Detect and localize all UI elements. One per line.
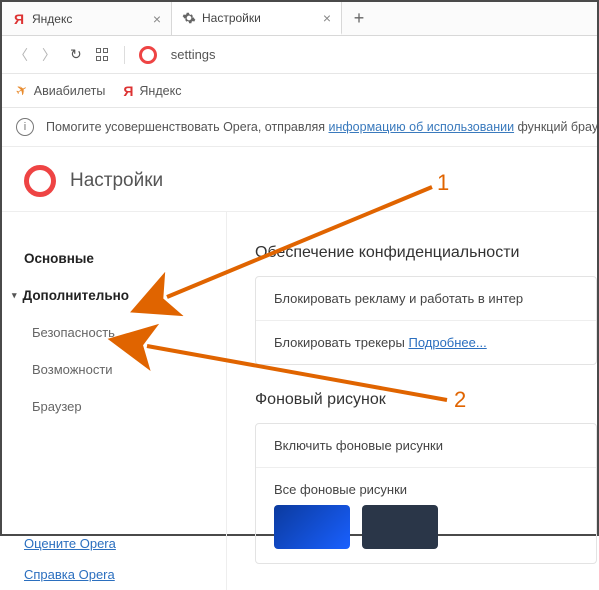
back-button[interactable]: 〈 <box>14 45 28 65</box>
enable-wallpapers-row[interactable]: Включить фоновые рисунки <box>256 424 596 468</box>
privacy-panel: Блокировать рекламу и работать в интер Б… <box>255 276 597 365</box>
close-icon[interactable]: × <box>153 12 161 26</box>
bookmark-aviabilety[interactable]: ✈ Авиабилеты <box>16 82 105 99</box>
tab-title: Яндекс <box>32 12 147 26</box>
plane-icon: ✈ <box>13 80 32 101</box>
new-tab-button[interactable]: + <box>342 2 376 35</box>
tab-settings[interactable]: Настройки × <box>172 2 342 35</box>
wallpapers-list <box>256 505 596 563</box>
page-header: Настройки <box>2 147 597 212</box>
separator <box>124 46 125 64</box>
bookmark-label: Яндекс <box>139 84 181 98</box>
opera-logo <box>24 165 56 197</box>
gear-icon <box>182 11 196 25</box>
reload-button[interactable]: ↻ <box>70 46 82 63</box>
speed-dial-icon[interactable] <box>96 48 110 62</box>
yandex-icon: Я <box>123 83 133 99</box>
sidebar-item-features[interactable]: Возможности <box>2 351 226 388</box>
sidebar-item-advanced[interactable]: ▾ Дополнительно <box>2 277 226 314</box>
url-field[interactable]: settings <box>171 47 216 62</box>
tab-yandex[interactable]: Я Яндекс × <box>2 2 172 35</box>
chevron-down-icon: ▾ <box>12 290 17 301</box>
tab-bar: Я Яндекс × Настройки × + <box>2 2 597 36</box>
wallpaper-panel: Включить фоновые рисунки Все фоновые рис… <box>255 423 597 564</box>
yandex-icon: Я <box>12 12 26 26</box>
tab-title: Настройки <box>202 11 317 25</box>
info-banner: i Помогите усовершенствовать Opera, отпр… <box>2 108 597 147</box>
all-wallpapers-label: Все фоновые рисунки <box>256 468 596 505</box>
wallpaper-thumb[interactable] <box>362 505 438 549</box>
section-wallpaper-title: Фоновый рисунок <box>255 391 597 409</box>
block-ads-row[interactable]: Блокировать рекламу и работать в интер <box>256 277 596 321</box>
settings-main: Обеспечение конфиденциальности Блокирова… <box>227 212 597 590</box>
banner-link[interactable]: информацию об использовании <box>329 120 515 134</box>
bookmark-yandex[interactable]: Я Яндекс <box>123 83 181 99</box>
info-icon: i <box>16 118 34 136</box>
sidebar-item-basic[interactable]: Основные <box>2 240 226 277</box>
sidebar-item-security[interactable]: Безопасность <box>2 314 226 351</box>
bookmark-label: Авиабилеты <box>34 84 106 98</box>
bookmarks-bar: ✈ Авиабилеты Я Яндекс <box>2 74 597 108</box>
close-icon[interactable]: × <box>323 11 331 25</box>
rate-opera-link[interactable]: Оцените Opera <box>2 528 226 559</box>
sidebar-item-browser[interactable]: Браузер <box>2 388 226 425</box>
page-title: Настройки <box>70 170 163 192</box>
learn-more-link[interactable]: Подробнее... <box>408 335 486 350</box>
banner-text: Помогите усовершенствовать Opera, отправ… <box>46 120 597 134</box>
settings-sidebar: Основные ▾ Дополнительно Безопасность Во… <box>2 212 227 590</box>
wallpaper-thumb[interactable] <box>274 505 350 549</box>
block-trackers-row[interactable]: Блокировать трекеры Подробнее... <box>256 321 596 364</box>
section-privacy-title: Обеспечение конфиденциальности <box>255 244 597 262</box>
nav-bar: 〈 〉 ↻ settings <box>2 36 597 74</box>
forward-button[interactable]: 〉 <box>42 45 56 65</box>
opera-icon <box>139 46 157 64</box>
help-opera-link[interactable]: Справка Opera <box>2 559 226 590</box>
